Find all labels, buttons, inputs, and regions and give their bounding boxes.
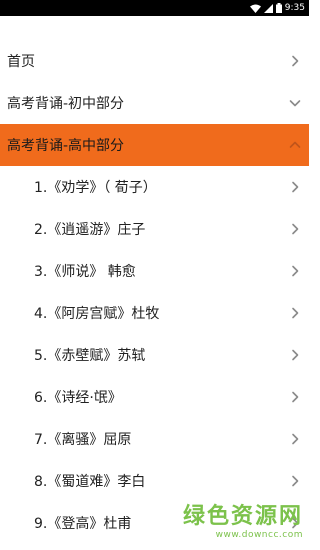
list-item-shijing-meng[interactable]: 6.《诗经·氓》 (0, 376, 309, 418)
chevron-right-icon (289, 223, 301, 235)
chevron-right-icon (289, 55, 301, 67)
menu-item-junior-section[interactable]: 高考背诵-初中部分 (0, 82, 309, 124)
menu-item-label: 首页 (7, 54, 35, 70)
menu-item-senior-section[interactable]: 高考背诵-高中部分 (0, 124, 309, 166)
list-item-label: 9.《登高》杜甫 (34, 516, 132, 532)
status-icons: 9:35 (249, 2, 305, 14)
list-item-lisao[interactable]: 7.《离骚》屈原 (0, 418, 309, 460)
chevron-right-icon (289, 475, 301, 487)
battery-icon (275, 3, 282, 13)
list-item-quanxue[interactable]: 1.《劝学》（ 荀子） (0, 166, 309, 208)
list-item-label: 4.《阿房宫赋》杜牧 (34, 306, 160, 322)
wifi-icon (249, 4, 261, 13)
list-item-efanggongfu[interactable]: 4.《阿房宫赋》杜牧 (0, 292, 309, 334)
chevron-right-icon (289, 265, 301, 277)
list-item-label: 2.《逍遥游》庄子 (34, 222, 146, 238)
chevron-right-icon (289, 307, 301, 319)
list-item-shishuo[interactable]: 3.《师说》 韩愈 (0, 250, 309, 292)
list-item-xiaoyaoyou[interactable]: 2.《逍遥游》庄子 (0, 208, 309, 250)
list-item-denggao[interactable]: 9.《登高》杜甫 (0, 502, 309, 544)
chevron-right-icon (289, 433, 301, 445)
list-item-label: 6.《诗经·氓》 (34, 390, 122, 406)
menu-item-home[interactable]: 首页 (0, 40, 309, 82)
list-item-label: 3.《师说》 韩愈 (34, 264, 136, 280)
list-item-label: 8.《蜀道难》李白 (34, 474, 146, 490)
menu-item-label: 高考背诵-高中部分 (7, 138, 125, 154)
menu-list: 首页 高考背诵-初中部分 高考背诵-高中部分 1.《劝学》（ 荀子） 2.《逍遥 (0, 40, 309, 544)
chevron-right-icon (289, 181, 301, 193)
list-item-label: 1.《劝学》（ 荀子） (34, 180, 157, 196)
chevron-down-icon (289, 97, 301, 109)
list-item-label: 5.《赤壁赋》苏轼 (34, 348, 146, 364)
chevron-right-icon (289, 349, 301, 361)
menu-item-label: 高考背诵-初中部分 (7, 96, 125, 112)
chevron-right-icon (289, 391, 301, 403)
chevron-up-icon (289, 139, 301, 151)
status-bar: 9:35 (0, 0, 309, 16)
status-time: 9:35 (284, 3, 305, 13)
list-item-label: 7.《离骚》屈原 (34, 432, 132, 448)
signal-icon (263, 3, 273, 13)
list-item-chibifu[interactable]: 5.《赤壁赋》苏轼 (0, 334, 309, 376)
chevron-right-icon (289, 517, 301, 529)
app-screen: 9:35 首页 高考背诵-初中部分 高考背诵-高中部分 1.《劝学》（ 荀子） (0, 0, 309, 550)
list-item-shudaonan[interactable]: 8.《蜀道难》李白 (0, 460, 309, 502)
